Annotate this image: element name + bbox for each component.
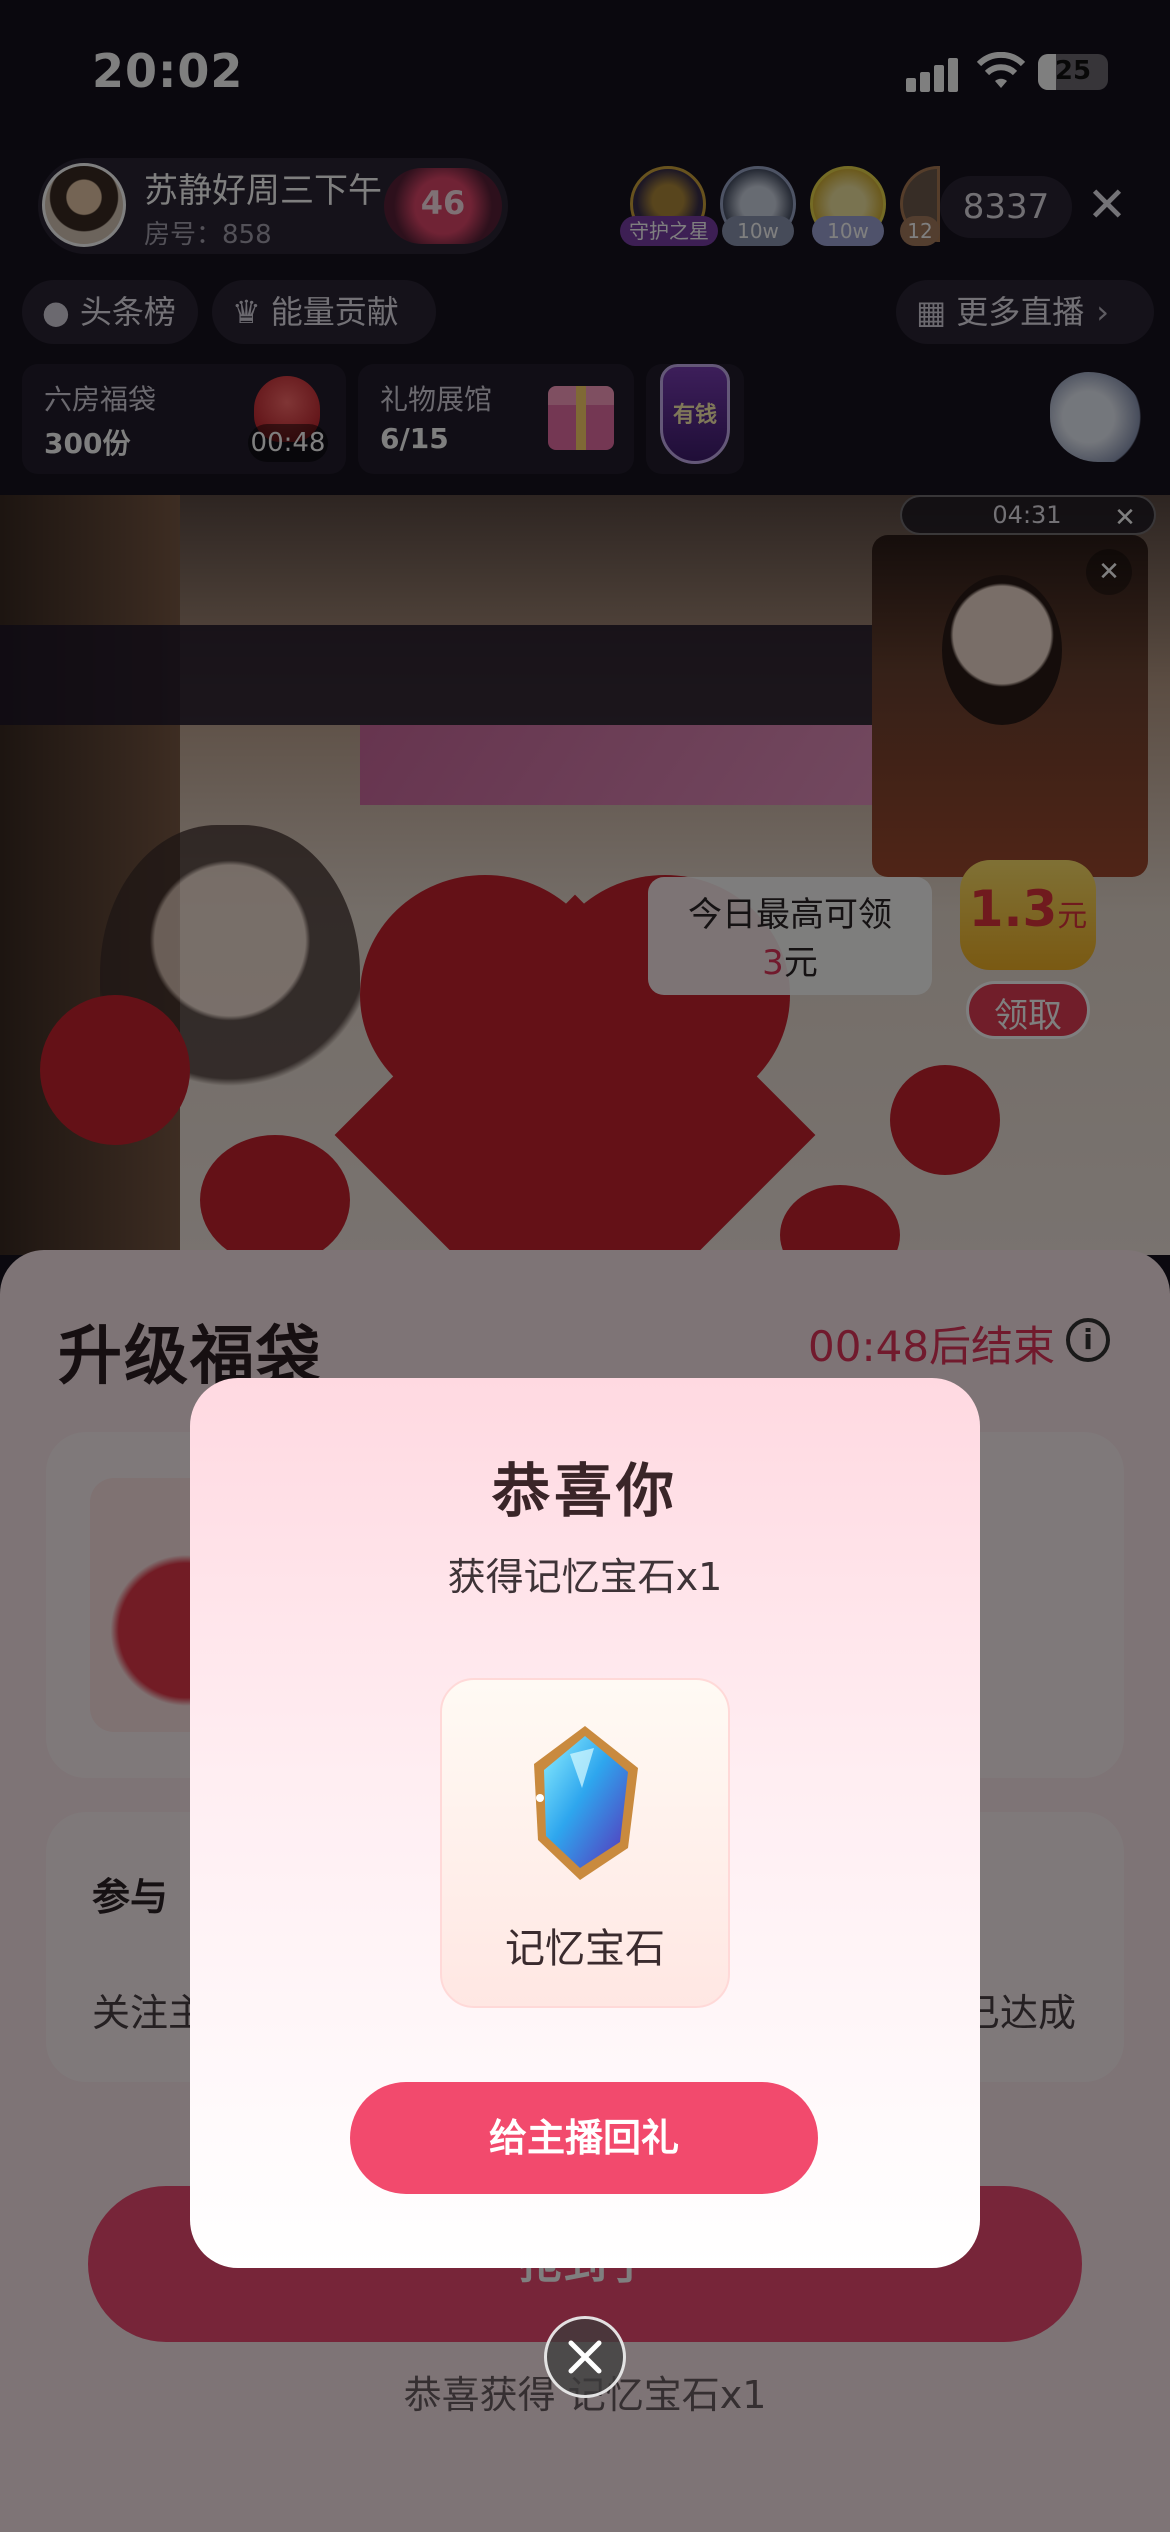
- modal-title: 恭喜你: [491, 1457, 678, 1525]
- return-gift-button[interactable]: 给主播回礼: [350, 2082, 818, 2194]
- modal-subtitle: 获得记忆宝石x1: [447, 1555, 723, 1599]
- congrats-modal: 恭喜你 获得记忆宝石x1 记忆宝石 给主播回礼: [190, 1378, 980, 2268]
- prize-card: 记忆宝石: [440, 1678, 730, 2008]
- modal-close-button[interactable]: [544, 2316, 626, 2398]
- return-gift-label: 给主播回礼: [488, 2116, 679, 2160]
- close-icon: [568, 2340, 602, 2374]
- prize-name: 记忆宝石: [505, 1926, 665, 1972]
- memory-gem-icon: [534, 1726, 638, 1880]
